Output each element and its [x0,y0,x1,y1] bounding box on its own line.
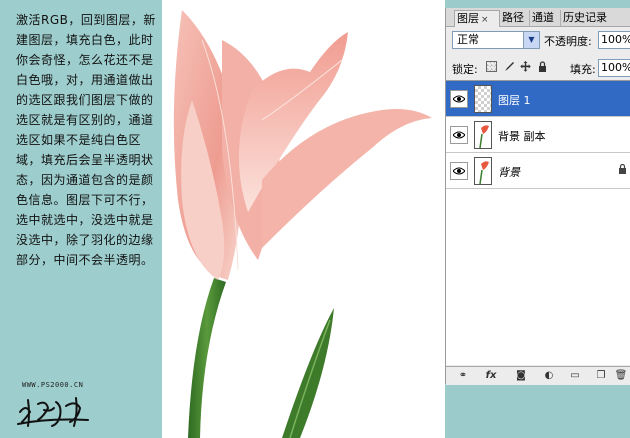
brush-lock-icon[interactable] [503,61,514,72]
signature-logo [17,397,89,427]
chevron-down-icon[interactable]: ▼ [523,32,539,48]
fill-label: 填充: [570,63,596,76]
blend-row: 正常 ▼ 不透明度: 100% [446,30,630,52]
layer-row-background[interactable]: 背景 [446,153,630,189]
visibility-eye-icon[interactable] [450,162,468,180]
tab-history[interactable]: 历史记录 [561,10,630,26]
layer-name: 背景 [498,166,520,179]
close-icon[interactable]: × [481,15,489,25]
panel-bottom-toolbar: ⚭ fx ◙ ◐ ▭ ❐ 🗑 [446,366,630,385]
new-layer-icon[interactable]: ❐ [594,369,608,383]
site-watermark: WWW.PS2000.CN [22,381,84,389]
fill-input[interactable]: 100% [598,59,630,77]
tab-layers[interactable]: 图层 × [454,10,500,27]
layer-row-layer-1[interactable]: 图层 1 [446,81,630,117]
opacity-input[interactable]: 100% [598,31,630,49]
padlock-icon [618,163,627,177]
layer-thumbnail [474,121,492,149]
tutorial-panel: 激活RGB，回到图层，新建图层，填充白色，此时你会奇怪，怎么花还不是白色哦，对，… [0,0,162,438]
blend-mode-select[interactable]: 正常 ▼ [452,31,540,49]
trash-icon[interactable]: 🗑 [614,369,628,383]
tab-channels-label: 通道 [532,11,554,24]
tutorial-text: 激活RGB，回到图层，新建图层，填充白色，此时你会奇怪，怎么花还不是白色哦，对，… [16,13,156,267]
folder-icon[interactable]: ▭ [568,369,582,383]
link-icon[interactable]: ⚭ [456,369,470,383]
tab-paths[interactable]: 路径 [500,10,530,26]
tab-history-label: 历史记录 [563,11,607,24]
lock-label: 锁定: [452,63,478,76]
fx-icon[interactable]: fx [484,369,498,383]
layer-list: 图层 1 背景 副本 背景 [446,80,630,365]
padlock-icon[interactable] [537,61,548,72]
mask-icon[interactable]: ◙ [514,369,528,383]
visibility-eye-icon[interactable] [450,126,468,144]
layer-name: 图层 1 [498,94,531,107]
layers-panel: 图层× 路径 通道 历史记录 正常 ▼ 不透明度: 100% 锁定: 填充: [445,8,630,385]
tab-layers-label: 图层 [457,12,479,25]
panel-tab-bar: 图层 × 路径 通道 历史记录 [446,8,630,27]
tab-paths-label: 路径 [502,11,524,24]
layer-row-background-copy[interactable]: 背景 副本 [446,117,630,153]
lock-row: 锁定: 填充: 100% [446,58,630,78]
image-canvas[interactable] [162,0,445,438]
transparency-lock-icon[interactable] [486,61,497,72]
layer-name: 背景 副本 [498,130,546,143]
move-lock-icon[interactable] [520,61,531,72]
layer-thumbnail [474,85,492,113]
blend-mode-value: 正常 [457,33,479,46]
tulip-image [173,10,432,438]
visibility-eye-icon[interactable] [450,90,468,108]
tab-channels[interactable]: 通道 [530,10,561,26]
adjustment-icon[interactable]: ◐ [542,369,556,383]
layer-thumbnail [474,157,492,185]
opacity-label: 不透明度: [544,35,592,48]
